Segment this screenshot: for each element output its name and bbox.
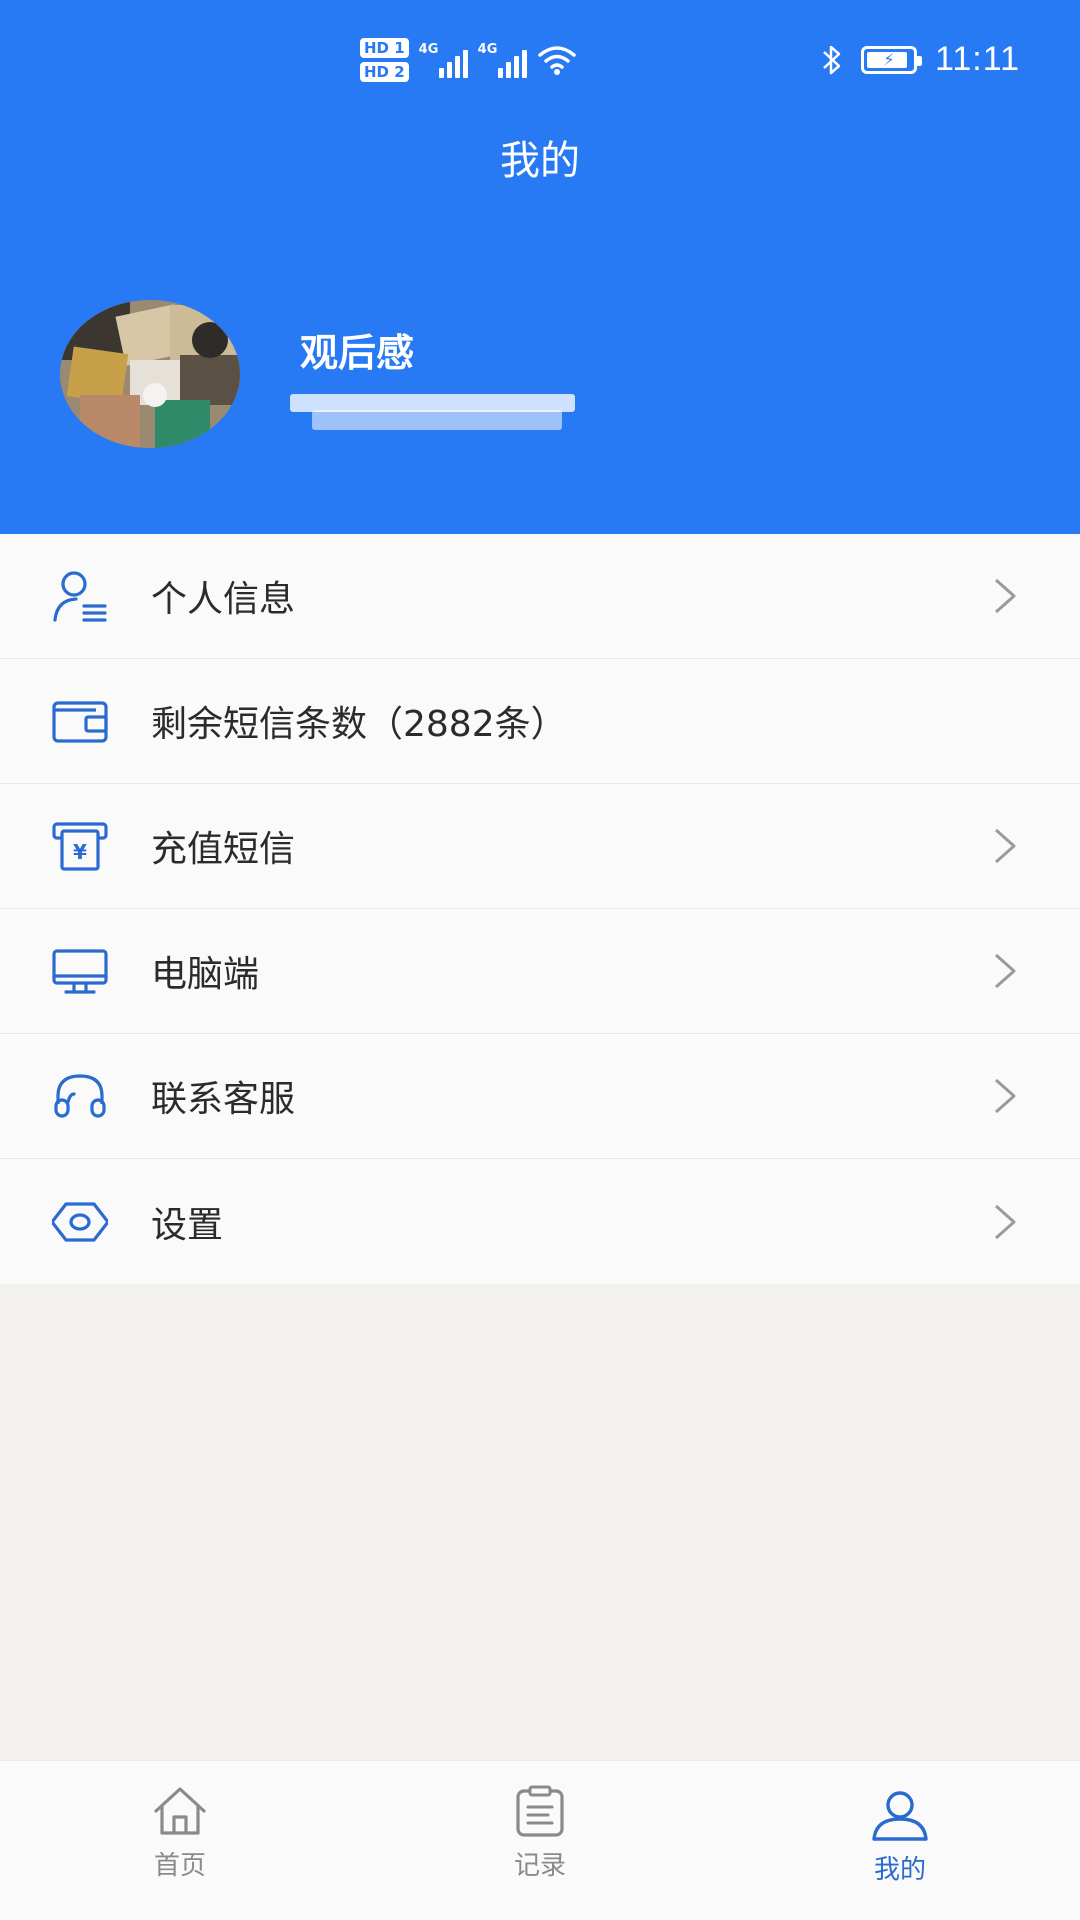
user-icon — [872, 1791, 928, 1841]
tab-label: 我的 — [873, 1855, 926, 1885]
menu-item-sms-balance: 剩余短信条数（2882条） — [0, 659, 1080, 784]
menu-item-label: 电脑端 — [151, 954, 260, 995]
wallet-icon — [52, 693, 108, 749]
status-time: 11:11 — [934, 40, 1020, 78]
chevron-right-icon — [995, 953, 1016, 989]
sim-labels: HD 1 HD 2 — [360, 38, 409, 82]
network2-label: 4G — [477, 42, 498, 57]
tab-label: 记录 — [513, 1851, 566, 1881]
svg-text:¥: ¥ — [73, 840, 87, 864]
user-info-icon — [52, 568, 108, 624]
chevron-right-icon — [995, 1078, 1016, 1114]
menu-item-desktop[interactable]: 电脑端 — [0, 909, 1080, 1034]
clipboard-icon — [516, 1785, 564, 1837]
chevron-right-icon — [995, 1204, 1016, 1239]
sim1-label: HD 1 — [360, 38, 409, 58]
menu-item-label: 设置 — [151, 1204, 224, 1246]
chevron-right-icon — [995, 828, 1016, 864]
battery-charging-icon: ⚡ — [860, 45, 922, 74]
network1-label: 4G — [418, 42, 439, 57]
bluetooth-icon — [823, 45, 841, 74]
tab-mine[interactable]: 我的 — [800, 1761, 1000, 1920]
tab-home[interactable]: 首页 — [80, 1761, 280, 1920]
menu-item-recharge-sms[interactable]: ¥ 充值短信 — [0, 784, 1080, 909]
menu-item-label: 联系客服 — [151, 1079, 296, 1120]
signal-icon: 4G — [478, 42, 527, 78]
header: HD 1 HD 2 4G 4G ⚡ 11:11 我的 观后感 — [0, 0, 1080, 534]
wifi-icon — [537, 46, 576, 75]
menu-item-customer-service[interactable]: 联系客服 — [0, 1034, 1080, 1159]
settings-icon — [52, 1194, 108, 1250]
menu-item-label: 剩余短信条数（2882条） — [151, 704, 567, 745]
menu-item-settings[interactable]: 设置 — [0, 1159, 1080, 1284]
home-icon — [154, 1787, 206, 1835]
monitor-icon — [52, 943, 108, 999]
menu-item-personal-info[interactable]: 个人信息 — [0, 534, 1080, 659]
status-bar: HD 1 HD 2 4G 4G ⚡ 11:11 — [0, 0, 1080, 110]
recharge-icon: ¥ — [52, 818, 108, 874]
signal-icon: 4G — [419, 42, 468, 78]
tab-label: 首页 — [153, 1851, 206, 1881]
headset-icon — [52, 1068, 108, 1124]
page-title: 我的 — [500, 138, 580, 184]
user-account-redacted — [290, 392, 575, 434]
chevron-right-icon — [995, 578, 1016, 614]
sim2-label: HD 2 — [360, 62, 409, 82]
menu-item-label: 充值短信 — [151, 829, 296, 870]
menu-item-label: 个人信息 — [151, 579, 296, 620]
avatar[interactable] — [60, 300, 240, 448]
tab-records[interactable]: 记录 — [440, 1761, 640, 1920]
menu-list: 个人信息 剩余短信条数（2882条） ¥ 充值短信 电脑端 联系客服 设置 — [0, 534, 1080, 1284]
network-indicators: HD 1 HD 2 4G 4G — [360, 38, 577, 82]
user-name: 观后感 — [300, 331, 415, 375]
status-right: ⚡ 11:11 — [821, 40, 1020, 79]
bottom-tab-bar: 首页 记录 我的 — [0, 1760, 1080, 1920]
